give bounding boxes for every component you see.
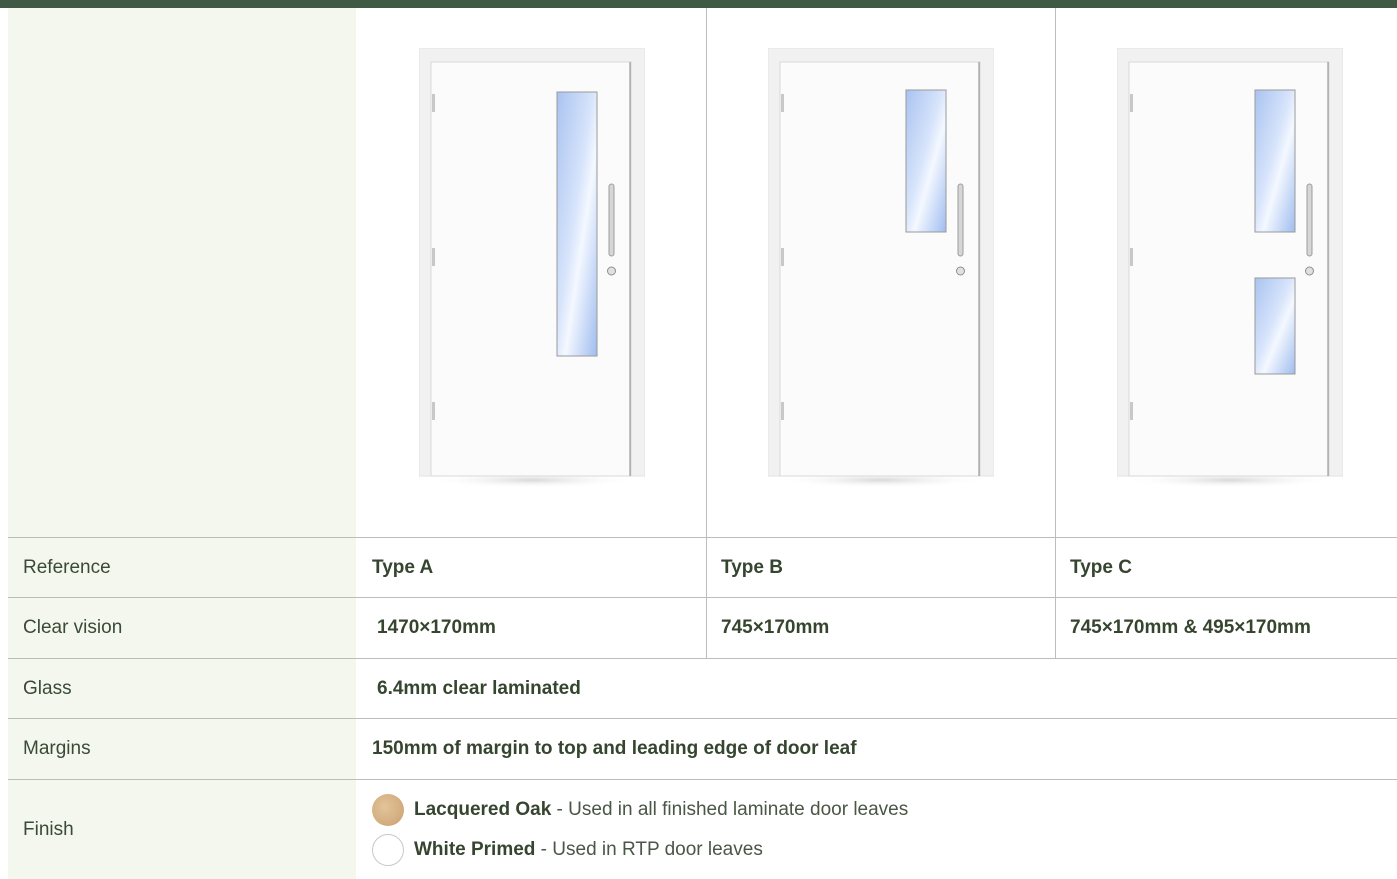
door-image-type-a xyxy=(357,8,706,537)
finish-name: Lacquered Oak xyxy=(414,798,552,820)
column-divider xyxy=(1055,8,1056,658)
door-image-type-b xyxy=(706,8,1055,537)
clear-vision-type-a: 1470×170mm xyxy=(377,617,496,638)
oak-swatch-icon xyxy=(372,793,404,826)
door-type-b-icon xyxy=(768,48,994,488)
margins-value: 150mm of margin to top and leading edge … xyxy=(372,738,857,759)
door-image-type-c xyxy=(1055,8,1397,537)
glass-label: Glass xyxy=(8,659,356,718)
column-divider xyxy=(706,8,707,658)
finish-description: - Used in RTP door leaves xyxy=(535,838,763,860)
reference-type-a: Type A xyxy=(372,556,434,578)
clear-vision-label: Clear vision xyxy=(8,598,356,658)
finish-list: Lacquered Oak - Used in all finished lam… xyxy=(372,793,909,866)
reference-type-c: Type C xyxy=(1070,556,1132,578)
finish-options: Lacquered Oak - Used in all finished lam… xyxy=(372,780,908,879)
finish-label: Finish xyxy=(8,780,356,879)
door-spec-table: Reference Type A Type B Type C Clear vis… xyxy=(8,8,1397,879)
glass-value: 6.4mm clear laminated xyxy=(377,677,581,699)
door-type-a-icon xyxy=(419,48,645,488)
reference-type-b: Type B xyxy=(721,556,783,578)
image-row-label-cell xyxy=(8,8,356,537)
door-type-c-icon xyxy=(1117,48,1343,488)
finish-name: White Primed xyxy=(414,838,536,860)
finish-description: - Used in all finished laminate door lea… xyxy=(551,798,909,820)
clear-vision-type-c: 745×170mm & 495×170mm xyxy=(1070,617,1311,638)
finish-item-white-primed: White Primed - Used in RTP door leaves xyxy=(372,833,908,866)
margins-label: Margins xyxy=(8,719,356,779)
clear-vision-type-b: 745×170mm xyxy=(721,617,830,638)
finish-item-lacquered-oak: Lacquered Oak - Used in all finished lam… xyxy=(372,793,909,826)
reference-label: Reference xyxy=(8,538,356,597)
top-bar xyxy=(0,0,1397,8)
white-swatch-icon xyxy=(372,833,404,866)
